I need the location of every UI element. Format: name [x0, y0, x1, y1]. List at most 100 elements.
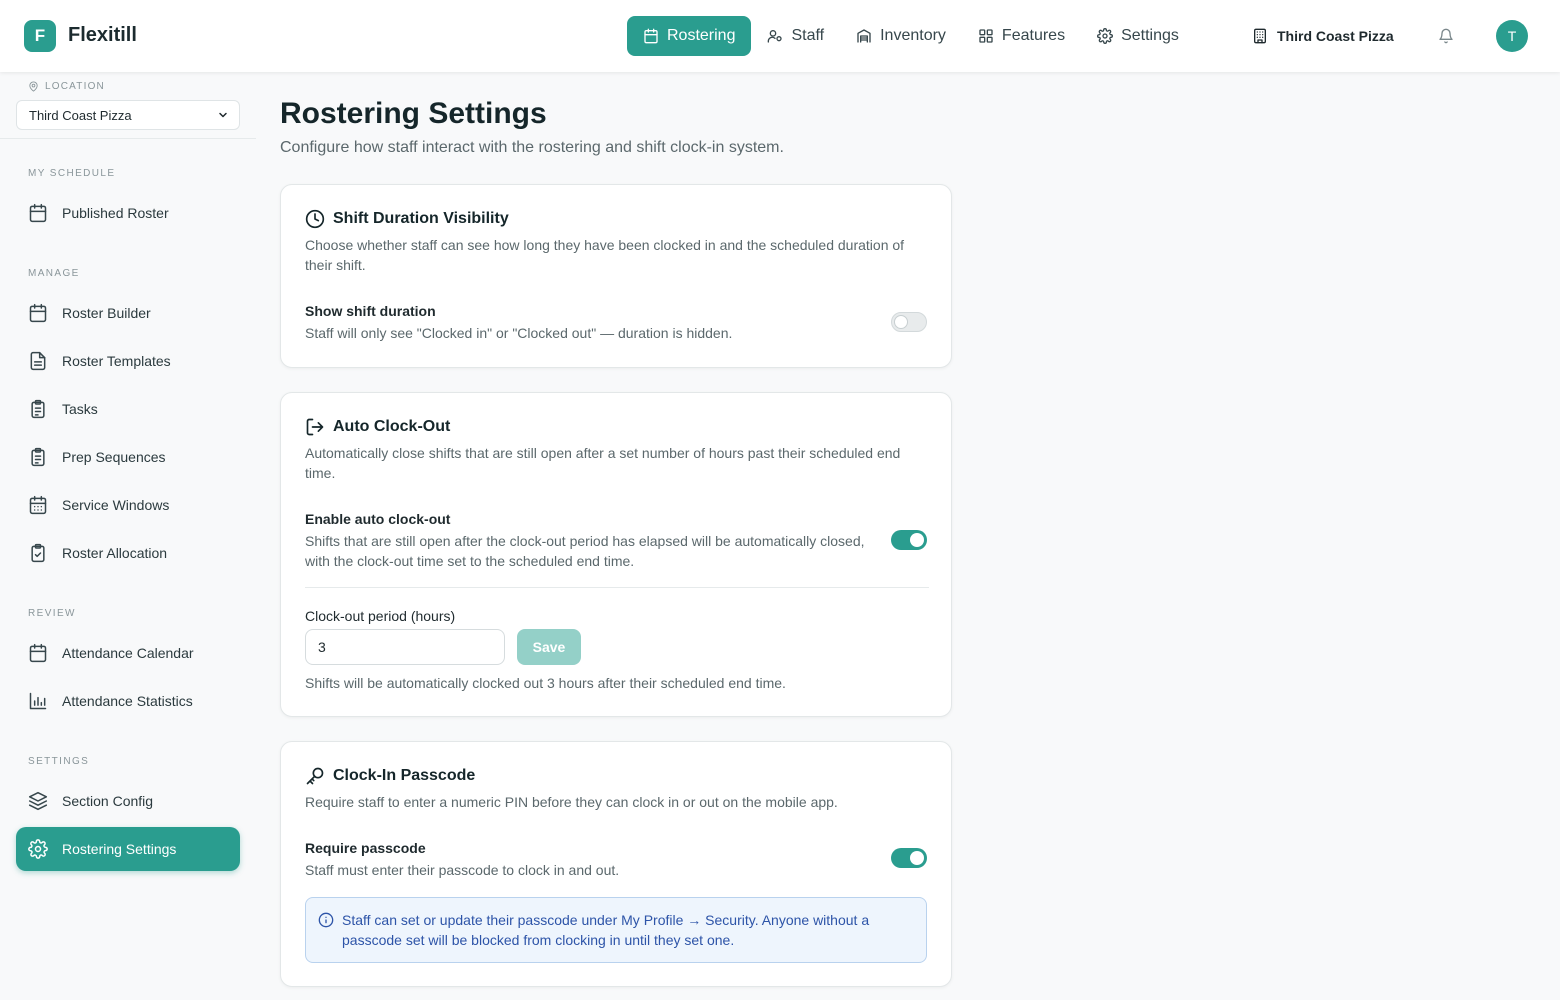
map-pin-icon [29, 81, 38, 92]
sidebar-item-label: Prep Sequences [62, 449, 166, 465]
section-review: REVIEW [28, 608, 76, 619]
auto-clock-out-description: Automatically close shifts that are stil… [305, 445, 901, 481]
document-icon [30, 351, 46, 371]
warehouse-icon [857, 29, 871, 43]
clock-out-period-label: Clock-out period (hours) [305, 608, 456, 624]
page-subtitle: Configure how staff interact with the ro… [280, 139, 784, 156]
sidebar: LOCATION Third Coast Pizza MY SCHEDULE P… [0, 72, 256, 1000]
require-passcode-label: Require passcode [305, 840, 426, 856]
shift-duration-title: Shift Duration Visibility [333, 210, 509, 227]
key-icon [306, 767, 324, 785]
show-shift-duration-help: Staff will only see "Clocked in" or "Clo… [305, 325, 733, 341]
toggle-knob [894, 315, 908, 329]
require-passcode-help: Staff must enter their passcode to clock… [305, 862, 620, 878]
calendar-icon [29, 203, 47, 223]
nav-settings-label: Settings [1121, 27, 1179, 44]
grid-icon [979, 29, 993, 43]
organization-switcher[interactable]: Third Coast Pizza [1252, 16, 1394, 56]
enable-auto-clock-out-toggle[interactable] [891, 530, 927, 550]
nav-staff[interactable]: Staff [751, 16, 840, 56]
nav-settings[interactable]: Settings [1081, 16, 1195, 56]
shift-duration-description: Choose whether staff can see how long th… [305, 237, 905, 273]
shift-duration-header: Shift Duration Visibility [305, 209, 509, 229]
user-avatar[interactable]: T [1496, 20, 1528, 52]
passcode-header: Clock-In Passcode [305, 766, 475, 786]
nav-inventory-label: Inventory [880, 27, 946, 44]
location-select-value: Third Coast Pizza [29, 107, 132, 123]
section-manage: MANAGE [28, 268, 80, 279]
location-select[interactable]: Third Coast Pizza [16, 100, 240, 130]
sidebar-item-label: Roster Templates [62, 353, 171, 369]
sidebar-item-rostering-settings[interactable]: Rostering Settings [16, 827, 240, 871]
sidebar-item-tasks[interactable]: Tasks [16, 387, 240, 431]
clock-out-period-help: Shifts will be automatically clocked out… [305, 675, 786, 691]
location-label-text: LOCATION [45, 81, 105, 92]
passcode-info-text: Staff can set or update their passcode u… [342, 912, 870, 948]
shift-duration-card: Shift Duration Visibility Choose whether… [280, 184, 952, 368]
sidebar-item-prep-sequences[interactable]: Prep Sequences [16, 435, 240, 479]
sidebar-item-label: Section Config [62, 793, 154, 809]
building-icon [1254, 28, 1266, 44]
passcode-card: Clock-In Passcode Require staff to enter… [280, 741, 952, 987]
nav-staff-label: Staff [791, 27, 825, 44]
chevron-down-icon [219, 112, 227, 118]
top-navigation-bar: F Flexitill Rostering Staff Inventory Fe… [0, 0, 1560, 72]
sidebar-item-label: Tasks [62, 401, 98, 417]
auto-clock-out-title: Auto Clock-Out [333, 418, 451, 435]
organization-name: Third Coast Pizza [1277, 28, 1394, 44]
sidebar-item-published-roster[interactable]: Published Roster [16, 191, 240, 235]
sidebar-item-roster-templates[interactable]: Roster Templates [16, 339, 240, 383]
sidebar-item-section-config[interactable]: Section Config [16, 779, 240, 823]
calendar-icon [29, 643, 47, 663]
passcode-title: Clock-In Passcode [333, 767, 476, 784]
nav-inventory[interactable]: Inventory [840, 16, 962, 56]
section-my-schedule: MY SCHEDULE [28, 168, 116, 179]
gear-icon [28, 839, 48, 859]
nav-features-label: Features [1001, 27, 1066, 44]
toggle-knob [910, 533, 924, 547]
auto-clock-out-header: Auto Clock-Out [305, 417, 450, 437]
log-out-icon [306, 418, 324, 436]
toggle-knob [910, 851, 924, 865]
calendar-days-icon [29, 495, 47, 515]
save-button[interactable]: Save [517, 629, 581, 665]
bell-icon[interactable] [1438, 28, 1454, 44]
clock-icon [305, 209, 325, 229]
sidebar-item-roster-builder[interactable]: Roster Builder [16, 291, 240, 335]
app-logo[interactable]: F [24, 20, 56, 52]
sidebar-divider [0, 138, 256, 139]
auto-clock-out-card: Auto Clock-Out Automatically close shift… [280, 392, 952, 717]
sidebar-item-attendance-calendar[interactable]: Attendance Calendar [16, 631, 240, 675]
sidebar-item-service-windows[interactable]: Service Windows [16, 483, 240, 527]
info-icon [318, 912, 334, 928]
location-label: LOCATION [28, 81, 105, 92]
nav-rostering[interactable]: Rostering [627, 16, 752, 56]
gear-icon [1097, 28, 1113, 44]
users-icon [768, 30, 783, 43]
sidebar-item-roster-allocation[interactable]: Roster Allocation [16, 531, 240, 575]
nav-rostering-label: Rostering [667, 27, 736, 44]
sidebar-item-label: Roster Allocation [62, 545, 168, 561]
show-shift-duration-toggle[interactable] [891, 312, 927, 332]
require-passcode-toggle[interactable] [891, 848, 927, 868]
clipboard-list-icon [31, 399, 45, 419]
enable-auto-clock-out-help: Shifts that are still open after the clo… [305, 533, 865, 569]
page-title: Rostering Settings [280, 97, 547, 130]
calendar-icon [29, 303, 47, 323]
card-divider [305, 587, 929, 588]
bar-chart-icon [29, 692, 47, 710]
clipboard-check-icon [31, 543, 45, 563]
show-shift-duration-label: Show shift duration [305, 303, 436, 319]
sidebar-item-attendance-statistics[interactable]: Attendance Statistics [16, 679, 240, 723]
sidebar-item-label: Rostering Settings [62, 841, 177, 857]
section-settings: SETTINGS [28, 756, 90, 767]
passcode-description: Require staff to enter a numeric PIN bef… [305, 794, 838, 810]
passcode-info-box: Staff can set or update their passcode u… [305, 897, 927, 963]
sidebar-item-label: Published Roster [62, 205, 169, 221]
calendar-icon [644, 28, 658, 44]
clock-out-period-input[interactable] [305, 629, 505, 665]
app-name[interactable]: Flexitill [68, 24, 137, 47]
main-nav: Rostering Staff Inventory Features Setti… [627, 16, 1195, 56]
enable-auto-clock-out-label: Enable auto clock-out [305, 511, 451, 527]
nav-features[interactable]: Features [962, 16, 1081, 56]
